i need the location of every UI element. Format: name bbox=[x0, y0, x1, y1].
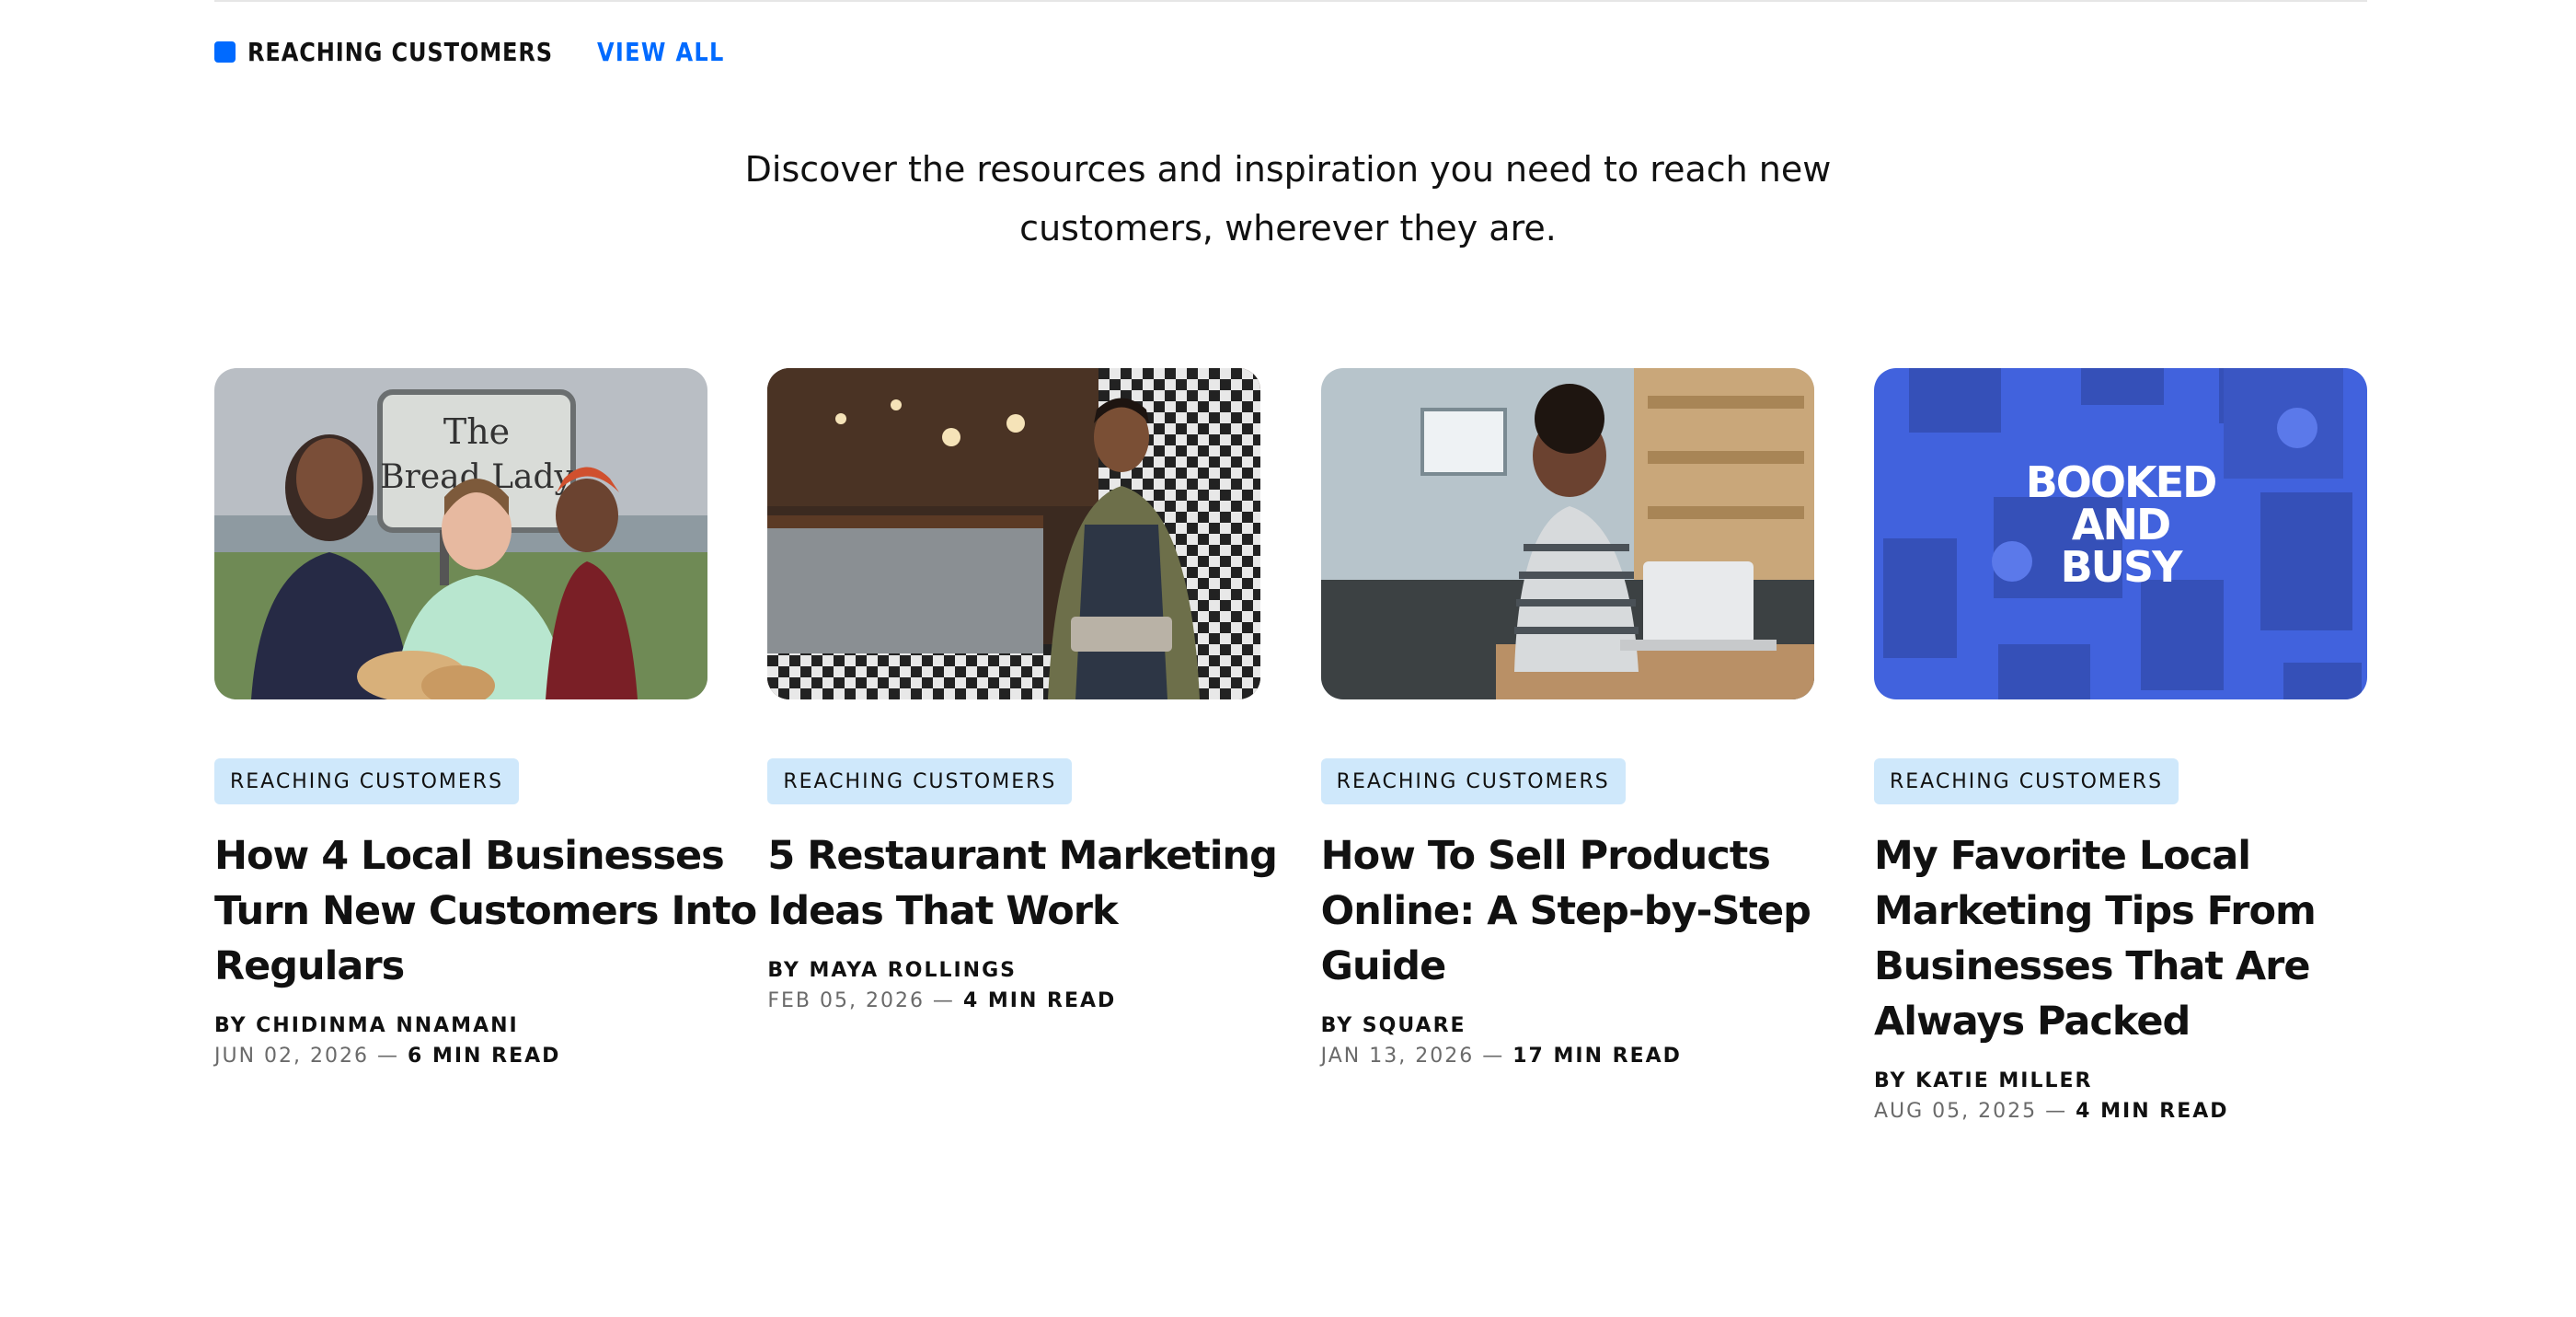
article-author: BY SQUARE bbox=[1320, 1014, 1466, 1037]
read-time: 17 MIN READ bbox=[1512, 1045, 1682, 1068]
view-all-link[interactable]: VIEW ALL bbox=[597, 37, 725, 67]
title-line: How To Sell Products bbox=[1320, 833, 1771, 879]
article-title[interactable]: My Favorite Local Marketing Tips From Bu… bbox=[1874, 828, 2367, 1049]
article-author: BY CHIDINMA NNAMANI bbox=[214, 1014, 519, 1037]
title-line: 5 Restaurant Marketing bbox=[767, 833, 1278, 879]
top-divider bbox=[214, 0, 2367, 2]
title-line: Businesses That Are bbox=[1873, 943, 2311, 989]
article-date: JUN 02, 2026 bbox=[214, 1045, 370, 1068]
article-card-list: The Bread Lady REACHING CUSTOMERS How 4 … bbox=[214, 368, 2367, 1123]
section-title: REACHING CUSTOMERS bbox=[247, 36, 553, 67]
intro-line: customers, wherever they are. bbox=[1019, 208, 1557, 248]
article-date: FEB 05, 2026 bbox=[767, 989, 925, 1012]
title-line: Regulars bbox=[214, 943, 405, 989]
category-tag[interactable]: REACHING CUSTOMERS bbox=[1873, 758, 2179, 804]
article-image-bread-lady[interactable]: The Bread Lady bbox=[214, 368, 707, 699]
meta-separator: — bbox=[924, 989, 963, 1012]
category-tag[interactable]: REACHING CUSTOMERS bbox=[767, 758, 1073, 804]
restaurant-owner-photo bbox=[767, 368, 1261, 699]
article-date: JAN 13, 2026 bbox=[1320, 1045, 1475, 1068]
article-meta: FEB 05, 2026 — 4 MIN READ bbox=[767, 989, 1260, 1012]
title-line: Always Packed bbox=[1873, 999, 2191, 1045]
read-time: 4 MIN READ bbox=[962, 989, 1117, 1012]
article-image-online-shopping[interactable] bbox=[1320, 368, 1814, 699]
article-card[interactable]: REACHING CUSTOMERS 5 Restaurant Marketin… bbox=[767, 368, 1278, 1123]
read-time: 6 MIN READ bbox=[408, 1045, 561, 1068]
online-shopper-photo bbox=[1320, 368, 1814, 699]
article-card[interactable]: REACHING CUSTOMERS How To Sell Products … bbox=[1320, 368, 1814, 1123]
category-tag[interactable]: REACHING CUSTOMERS bbox=[1320, 758, 1626, 804]
title-line: How 4 Local Businesses bbox=[214, 833, 725, 879]
section-intro: Discover the resources and inspiration y… bbox=[644, 140, 1932, 258]
bread-lady-photo: The Bread Lady bbox=[214, 368, 707, 699]
meta-separator: — bbox=[2037, 1100, 2076, 1123]
intro-line: Discover the resources and inspiration y… bbox=[744, 149, 1832, 190]
booked-and-busy-collage: BOOKED AND BUSY bbox=[1873, 368, 2367, 699]
article-meta: JUN 02, 2026 — 6 MIN READ bbox=[214, 1045, 707, 1068]
sign-text: The bbox=[443, 411, 510, 452]
title-line: Online: A Step-by-Step bbox=[1320, 888, 1811, 934]
article-title[interactable]: How To Sell Products Online: A Step-by-S… bbox=[1321, 828, 1814, 994]
article-image-restaurant[interactable] bbox=[767, 368, 1261, 699]
meta-separator: — bbox=[369, 1045, 408, 1068]
read-time: 4 MIN READ bbox=[2076, 1100, 2229, 1123]
page: REACHING CUSTOMERS VIEW ALL Discover the… bbox=[0, 0, 2576, 1317]
article-date: AUG 05, 2025 bbox=[1873, 1100, 2038, 1123]
article-card[interactable]: The Bread Lady REACHING CUSTOMERS How 4 … bbox=[214, 368, 757, 1123]
title-line: Marketing Tips From bbox=[1873, 888, 2317, 934]
title-line: My Favorite Local bbox=[1873, 833, 2251, 879]
section-marker-icon bbox=[214, 40, 236, 63]
title-line: Ideas That Work bbox=[767, 888, 1118, 934]
article-title[interactable]: How 4 Local Businesses Turn New Customer… bbox=[214, 828, 757, 994]
section-header: REACHING CUSTOMERS VIEW ALL bbox=[214, 33, 745, 70]
article-card[interactable]: BOOKED AND BUSY REACHING CUSTOMERS My Fa… bbox=[1873, 368, 2367, 1123]
collage-text: BUSY bbox=[2061, 542, 2184, 592]
article-author: BY MAYA ROLLINGS bbox=[767, 959, 1017, 982]
article-title[interactable]: 5 Restaurant Marketing Ideas That Work bbox=[767, 828, 1278, 939]
title-line: Guide bbox=[1320, 943, 1447, 989]
meta-separator: — bbox=[1474, 1045, 1513, 1068]
article-meta: JAN 13, 2026 — 17 MIN READ bbox=[1321, 1045, 1814, 1068]
category-tag[interactable]: REACHING CUSTOMERS bbox=[214, 758, 520, 804]
article-meta: AUG 05, 2025 — 4 MIN READ bbox=[1874, 1100, 2367, 1123]
title-line: Turn New Customers Into bbox=[214, 888, 757, 934]
article-image-booked-busy[interactable]: BOOKED AND BUSY bbox=[1873, 368, 2367, 699]
article-author: BY KATIE MILLER bbox=[1873, 1069, 2093, 1092]
